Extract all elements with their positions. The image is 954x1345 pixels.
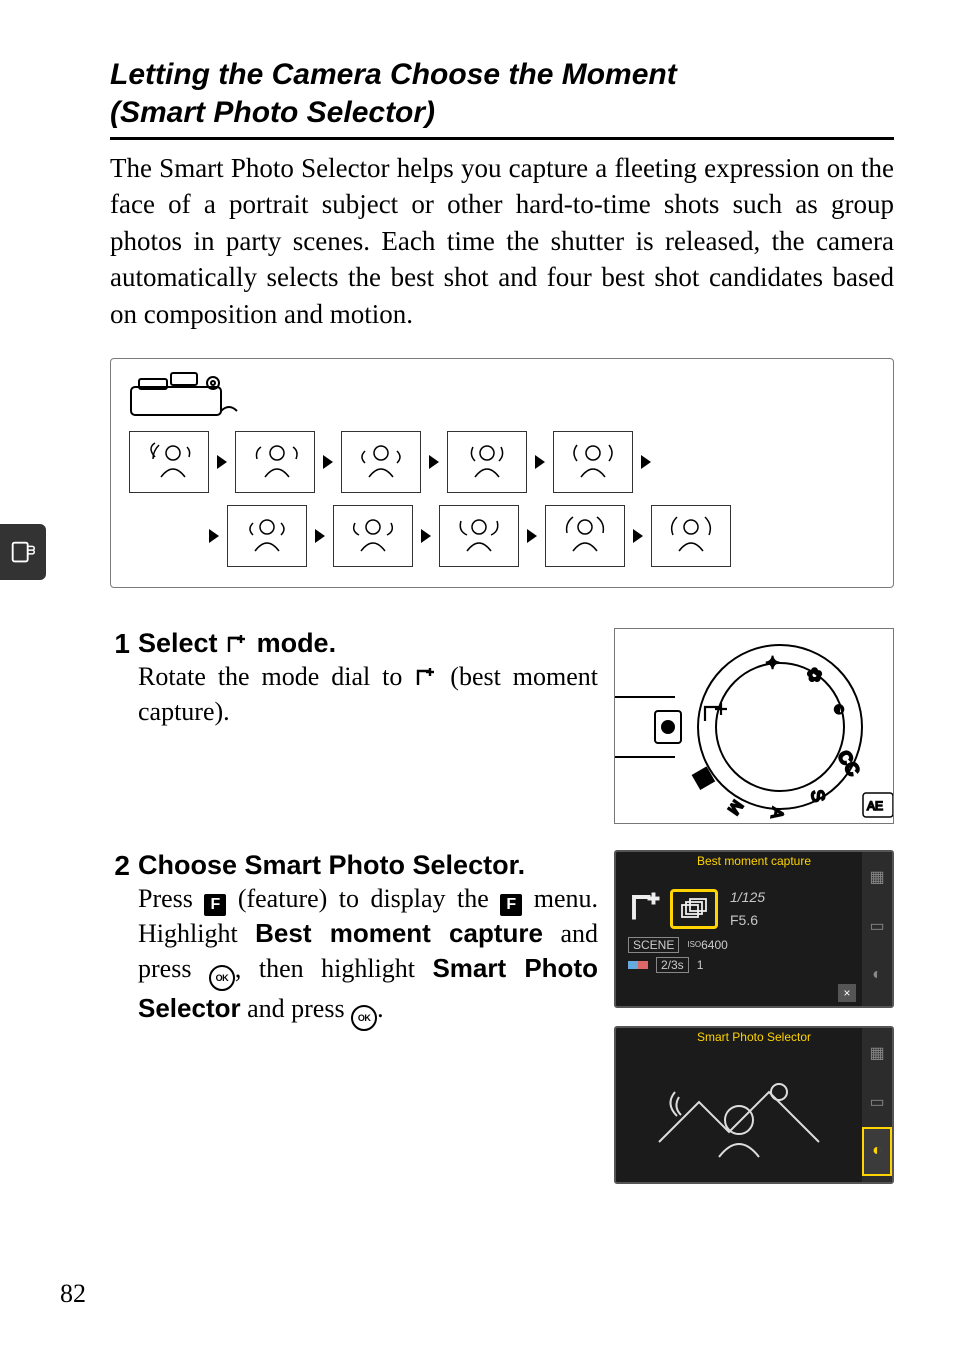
frame-count: 1 <box>697 958 704 972</box>
page-number: 82 <box>60 1279 86 1309</box>
ok-button-icon: OK <box>351 1005 377 1031</box>
svg-text:◐: ◐ <box>833 698 845 720</box>
feature-button-icon: F <box>500 894 522 916</box>
best-moment-capture-icon <box>628 888 664 930</box>
candidate-strip-top <box>129 431 875 493</box>
chevron-right-icon <box>429 455 439 469</box>
step-title: Choose Smart Photo Selector. <box>138 850 598 881</box>
candidate-frame <box>129 431 209 493</box>
title-rule <box>110 137 894 140</box>
ok-button-icon: OK <box>209 965 235 991</box>
chevron-right-icon <box>217 455 227 469</box>
best-moment-capture-icon <box>414 665 438 689</box>
menu-item-best-moment-capture: Best moment capture <box>255 918 543 948</box>
candidate-frame <box>447 431 527 493</box>
mode-dial-illustration: ✦ ✿ ◐ CC S A M ▦ AE <box>614 628 894 824</box>
smart-photo-selector-illustration <box>649 1062 829 1162</box>
candidate-frame <box>553 431 633 493</box>
step-number: 2 <box>110 850 130 1184</box>
section-tab-icon <box>0 524 46 580</box>
step-number: 1 <box>110 628 130 824</box>
svg-text:AE: AE <box>867 799 883 813</box>
step-title: Select mode. <box>138 628 598 659</box>
svg-text:✦: ✦ <box>765 653 780 673</box>
svg-text:✿: ✿ <box>807 665 822 685</box>
section-title: Letting the Camera Choose the Moment (Sm… <box>110 56 894 131</box>
candidate-frame <box>545 505 625 567</box>
screen-title: Smart Photo Selector <box>616 1028 892 1044</box>
camera-screen-best-moment-capture: Best moment capture ▦ ▭ ◐ <box>614 850 894 1008</box>
intro-paragraph: The Smart Photo Selector helps you captu… <box>110 150 894 332</box>
sidebar-icon-highlighted: ◐ <box>862 1127 892 1176</box>
aperture-value: F5.6 <box>730 909 765 931</box>
chevron-right-icon <box>527 529 537 543</box>
close-icon: × <box>838 984 856 1002</box>
chevron-right-icon <box>421 529 431 543</box>
smart-photo-selector-diagram <box>110 358 894 588</box>
candidate-frame <box>439 505 519 567</box>
svg-text:S: S <box>807 788 829 803</box>
section-title-line2: (Smart Photo Selector) <box>110 96 435 129</box>
svg-text:A: A <box>767 806 786 820</box>
step-text: Rotate the mode dial to (best moment cap… <box>138 659 598 729</box>
section-title-line1: Letting the Camera Choose the Moment <box>110 58 677 91</box>
feature-button-icon: F <box>204 894 226 916</box>
camera-illustration <box>129 369 875 419</box>
chevron-right-icon <box>633 529 643 543</box>
candidate-frame <box>227 505 307 567</box>
svg-text:▦: ▦ <box>690 765 717 794</box>
screen-sidebar: ▦ ▭ ◐ <box>862 1028 892 1182</box>
iso-label: ISO6400 <box>687 938 727 952</box>
candidate-frame <box>235 431 315 493</box>
chevron-right-icon <box>641 455 651 469</box>
step-2: 2 Choose Smart Photo Selector. Press F (… <box>110 850 894 1184</box>
step-1: 1 Select mode. Rotate the mode dial to (… <box>110 628 894 824</box>
chevron-right-icon <box>209 529 219 543</box>
candidate-frame <box>651 505 731 567</box>
chevron-right-icon <box>535 455 545 469</box>
exposure-readouts: 1/125 F5.6 <box>730 886 765 931</box>
candidate-frame <box>333 505 413 567</box>
chevron-right-icon <box>315 529 325 543</box>
mode-option-highlighted <box>670 889 718 929</box>
shutter-speed: 1/125 <box>730 886 765 908</box>
scene-indicator: SCENE <box>628 937 679 953</box>
candidate-strip-bottom <box>209 505 875 567</box>
sidebar-icon: ▭ <box>862 1077 892 1126</box>
ev-scale-icon <box>628 961 648 969</box>
screen-sidebar: ▦ ▭ ◐ <box>862 852 892 1006</box>
candidate-frame <box>341 431 421 493</box>
sidebar-icon: ▦ <box>862 852 892 901</box>
screen-title: Best moment capture <box>616 852 892 868</box>
ev-value: 2/3s <box>656 957 689 973</box>
best-moment-capture-icon <box>225 632 249 656</box>
sidebar-icon: ▦ <box>862 1028 892 1077</box>
chevron-right-icon <box>323 455 333 469</box>
sidebar-icon: ▭ <box>862 901 892 950</box>
camera-screen-smart-photo-selector: Smart Photo Selector ↩ ▦ ▭ ◐ <box>614 1026 894 1184</box>
step-text: Press F (feature) to display the F menu.… <box>138 881 598 1030</box>
sidebar-icon: ◐ <box>862 951 892 1000</box>
